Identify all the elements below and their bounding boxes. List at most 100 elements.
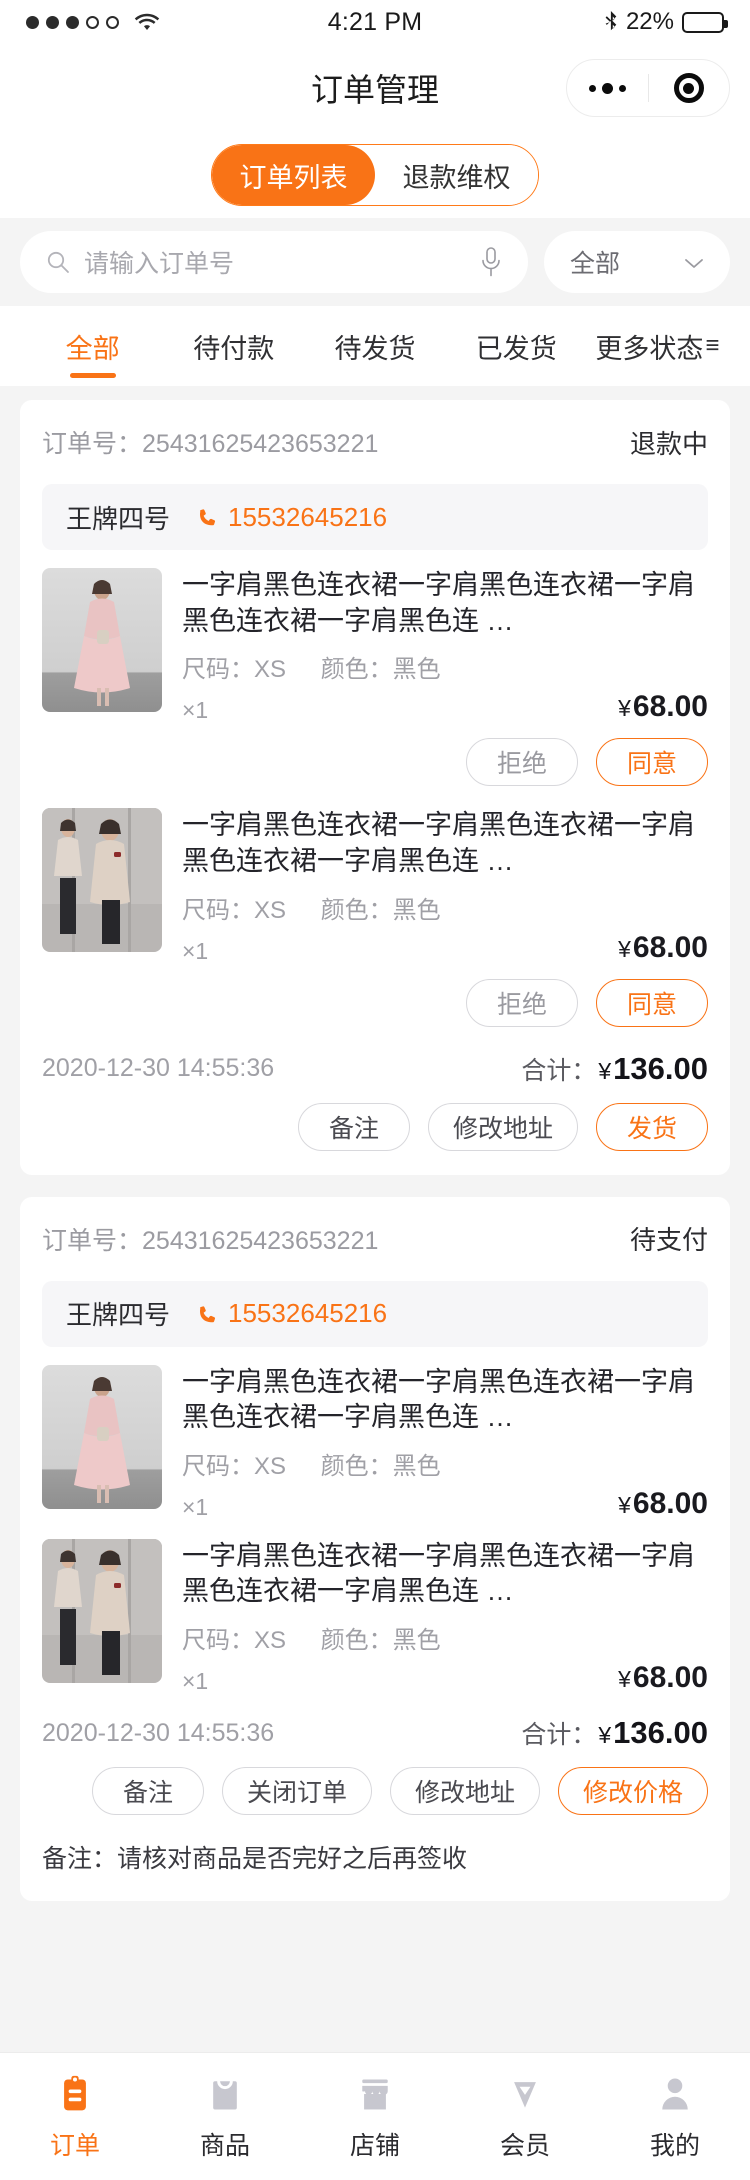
product-price: ¥68.00 [618,931,708,965]
currency-symbol: ¥ [618,1666,631,1692]
search-icon [46,250,70,274]
product-spec: 尺码：XS 颜色：黑色 [182,890,708,925]
close-program-button[interactable] [649,73,730,103]
product-size: 尺码：XS [182,656,287,684]
product-quantity: ×1 [182,1493,209,1520]
order-number-value: 25431625423653221 [142,430,379,458]
phone-icon [196,506,218,528]
product-price: ¥68.00 [618,690,708,724]
product-thumbnail[interactable] [42,568,162,712]
agree-button[interactable]: 同意 [596,738,708,787]
remark-button[interactable]: 备注 [297,1102,410,1151]
order-total-value: 136.00 [613,1050,708,1086]
phone-icon [196,1303,218,1325]
product-price-value: 68.00 [632,1486,708,1520]
status-tab-all[interactable]: 全部 [22,306,163,386]
product-thumbnail[interactable] [42,1538,162,1683]
order-time: 2020-12-30 14:55:36 [42,1718,275,1747]
tab-label: 我的 [649,2131,700,2160]
tab-members[interactable]: 会员 [450,2072,600,2162]
edit-price-button[interactable]: 修改价格 [557,1767,708,1815]
order-total-label: 合计： [521,1721,597,1749]
tab-mine[interactable]: 我的 [600,2072,750,2162]
order-card[interactable]: 订单号：25431625423653221 退款中 王牌四号 155326452… [20,400,730,1175]
reject-button[interactable]: 拒绝 [466,738,578,787]
clipboard-icon [53,2072,97,2116]
agree-button[interactable]: 同意 [596,978,708,1027]
order-card-header: 订单号：25431625423653221 待支付 [42,1197,708,1281]
product-title: 一字肩黑色连衣裙一字肩黑色连衣裙一字肩黑色连衣裙一字肩黑色连 … [182,1366,695,1433]
order-item[interactable]: 一字肩黑色连衣裙一字肩黑色连衣裙一字肩黑色连衣裙一字肩黑色连 … 尺码：XS 颜… [42,1347,708,1521]
order-item-body: 一字肩黑色连衣裙一字肩黑色连衣裙一字肩黑色连衣裙一字肩黑色连 … 尺码：XS 颜… [182,1539,708,1695]
order-number: 订单号：25431625423653221 [42,1221,378,1257]
product-title: 一字肩黑色连衣裙一字肩黑色连衣裙一字肩黑色连衣裙一字肩黑色连 … [182,570,695,636]
order-time: 2020-12-30 14:55:36 [42,1054,275,1082]
tab-orders[interactable]: 订单 [0,2072,150,2162]
status-tab-more[interactable]: 更多状态 ≡ [587,306,728,386]
customer-phone[interactable]: 15532645216 [196,502,387,533]
segment-order-list[interactable]: 订单列表 [212,145,375,205]
product-color: 颜色：黑色 [320,1452,441,1480]
bottom-tab-bar: 订单 商品 店铺 会员 我的 [0,2052,750,2180]
remark-button[interactable]: 备注 [91,1767,204,1815]
order-item[interactable]: 一字肩黑色连衣裙一字肩黑色连衣裙一字肩黑色连衣裙一字肩黑色连 … 尺码：XS 颜… [42,1521,708,1695]
product-spec: 尺码：XS 颜色：黑色 [182,1446,708,1481]
product-thumbnail[interactable] [42,808,162,953]
search-input[interactable]: 请输入订单号 [84,244,466,280]
product-color: 颜色：黑色 [320,1627,441,1654]
edit-address-button[interactable]: 修改地址 [427,1102,578,1151]
order-card[interactable]: 订单号：25431625423653221 待支付 王牌四号 155326452… [20,1196,730,1901]
order-item[interactable]: 一字肩黑色连衣裙一字肩黑色连衣裙一字肩黑色连衣裙一字肩黑色连 … 尺码：XS 颜… [42,550,708,724]
currency-symbol: ¥ [598,1722,612,1748]
customer-row: 王牌四号 15532645216 [42,484,708,550]
status-tab-unpaid[interactable]: 待付款 [163,306,304,386]
product-foot: ×1 ¥68.00 [182,931,708,965]
status-filter-dropdown[interactable]: 全部 [544,231,730,293]
order-item[interactable]: 一字肩黑色连衣裙一字肩黑色连衣裙一字肩黑色连衣裙一字肩黑色连 … 尺码：XS 颜… [42,790,708,964]
shopping-bag-icon [203,2072,247,2116]
status-tab-shipped[interactable]: 已发货 [446,306,587,386]
order-list[interactable]: 订单号：25431625423653221 退款中 王牌四号 155326452… [0,386,750,2052]
status-tab-pending-ship[interactable]: 待发货 [304,306,445,386]
more-menu-button[interactable] [567,82,648,94]
product-size: 尺码：XS [182,896,287,924]
close-order-button[interactable]: 关闭订单 [221,1767,372,1815]
currency-symbol: ¥ [618,935,631,962]
segment-refund-rights[interactable]: 退款维权 [375,145,538,205]
status-tab-label: 已发货 [475,333,557,364]
customer-phone-number: 15532645216 [228,501,388,532]
segmented-control: 订单列表 退款维权 [211,144,539,206]
product-color: 颜色：黑色 [320,656,441,684]
product-price-value: 68.00 [632,690,708,724]
ship-button[interactable]: 发货 [596,1102,708,1151]
product-price-value: 68.00 [632,930,708,964]
search-box[interactable]: 请输入订单号 [20,231,528,293]
product-foot: ×1 ¥68.00 [182,1487,708,1521]
order-total-label: 合计： [521,1056,597,1085]
search-row: 请输入订单号 全部 [0,218,750,306]
status-filter-value: 全部 [570,250,621,278]
order-item-body: 一字肩黑色连衣裙一字肩黑色连衣裙一字肩黑色连衣裙一字肩黑色连 … 尺码：XS 颜… [182,1365,708,1521]
status-tab-label: 更多状态 [595,333,704,364]
product-thumbnail[interactable] [42,1364,162,1509]
mini-program-capsule [566,59,730,117]
reject-button[interactable]: 拒绝 [466,978,578,1027]
diamond-icon [503,2072,547,2116]
order-total: 合计： ¥ 136.00 [521,1051,708,1087]
more-dots-icon [588,82,626,94]
product-spec: 尺码：XS 颜色：黑色 [182,649,708,684]
microphone-icon[interactable] [480,247,502,277]
edit-address-button[interactable]: 修改地址 [389,1767,540,1815]
tab-products[interactable]: 商品 [150,2072,300,2162]
app-screen: 4:21 PM 22% 订单管理 订单列表 退款维权 请输入订单号 全部 全部 … [0,0,750,2180]
tab-store[interactable]: 店铺 [300,2072,450,2162]
more-list-icon: ≡ [705,332,720,359]
customer-phone[interactable]: 15532645216 [196,1298,387,1329]
customer-name: 王牌四号 [66,503,171,534]
order-actions: 备注 修改地址 发货 [42,1093,708,1175]
product-quantity: ×1 [182,697,209,724]
order-number-label: 订单号： [42,430,143,458]
order-status: 退款中 [629,428,708,459]
status-tab-label: 待发货 [334,333,416,364]
order-total-row: 2020-12-30 14:55:36 合计： ¥ 136.00 [42,1695,708,1757]
